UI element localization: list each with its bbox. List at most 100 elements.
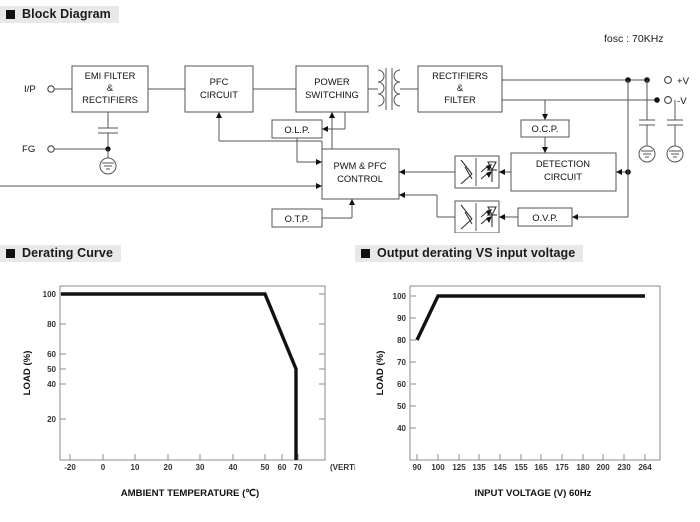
- y-tick-label: 20: [47, 415, 56, 424]
- y-tick-label: 80: [47, 320, 56, 329]
- arrow-to-power-switching: [329, 112, 335, 118]
- block-diagram: I/P FG EMI FILTER & RECTIFIERS PFC CIRCU…: [0, 65, 690, 233]
- terminal-label-output-negative: -V: [677, 96, 687, 107]
- x-tick-label: 60: [278, 463, 287, 472]
- terminal-label-output-positive: +V: [677, 76, 690, 87]
- bullet-square-icon: [6, 249, 15, 258]
- x-tick-label: 264: [638, 463, 652, 472]
- bullet-square-icon: [6, 10, 15, 19]
- x-tick-label: 90: [413, 463, 422, 472]
- block-label: PFC: [210, 76, 229, 87]
- plot-frame: [59, 285, 326, 461]
- section-header-derating-curve: Derating Curve: [0, 245, 122, 262]
- terminal-label-fg: FG: [22, 144, 35, 155]
- x-tick-label: 20: [164, 463, 173, 472]
- x-tick-label: 200: [596, 463, 610, 472]
- bullet-square-icon: [361, 249, 370, 258]
- y-tick-label: 40: [47, 380, 56, 389]
- block-label: CIRCUIT: [200, 89, 238, 100]
- arrow-to-ocp: [542, 114, 548, 120]
- y-axis-title: LOAD (%): [375, 351, 386, 396]
- arrow-to-detection-right: [616, 169, 622, 175]
- x-tick-label: 0: [101, 463, 106, 472]
- arrow-to-pwm: [316, 159, 322, 165]
- block-label: O.V.P.: [532, 212, 558, 223]
- block-label: &: [107, 82, 114, 93]
- block-label: O.T.P.: [285, 213, 310, 224]
- x-tick-label: 135: [472, 463, 486, 472]
- block-label: SWITCHING: [305, 89, 359, 100]
- terminal-label-input: I/P: [24, 84, 36, 95]
- block-label: CONTROL: [337, 173, 383, 184]
- x-axis-title: INPUT VOLTAGE (V) 60Hz: [475, 488, 592, 499]
- terminal-input-node: [47, 85, 55, 93]
- y-tick-label: 40: [397, 424, 406, 433]
- arrow-to-pfc: [216, 112, 222, 118]
- arrow-to-ovp: [572, 214, 578, 220]
- y-tick-label: 100: [43, 290, 57, 299]
- section-title: Block Diagram: [22, 7, 111, 22]
- y-axis-ticks: [60, 293, 66, 420]
- terminal-fg-node: [47, 145, 55, 153]
- block-label: O.L.P.: [284, 124, 309, 135]
- arrow-to-pwm: [399, 192, 405, 198]
- block-label: RECTIFIERS: [82, 94, 138, 105]
- arrow-to-opto: [499, 214, 505, 220]
- vertical-annotation: (VERTICAL): [330, 463, 355, 472]
- y-tick-label: 60: [397, 380, 406, 389]
- x-tick-label: 50: [261, 463, 270, 472]
- block-label: O.C.P.: [532, 123, 559, 134]
- x-tick-label: -20: [64, 463, 76, 472]
- terminal-output-positive-node: [664, 76, 672, 84]
- y-tick-label: 50: [47, 365, 56, 374]
- section-header-block-diagram: Block Diagram: [0, 6, 119, 23]
- y-tick-label: 80: [397, 336, 406, 345]
- x-tick-label: 145: [493, 463, 507, 472]
- x-tick-label: 180: [576, 463, 590, 472]
- x-tick-label: 40: [229, 463, 238, 472]
- x-tick-label: 10: [131, 463, 140, 472]
- block-label: CIRCUIT: [544, 171, 582, 182]
- y-axis-title: LOAD (%): [22, 351, 33, 396]
- section-header-output-derating: Output derating VS input voltage: [355, 245, 584, 262]
- arrow-to-pwm: [349, 199, 355, 205]
- x-axis-ticks: [416, 454, 646, 460]
- x-axis-ticks: [69, 454, 299, 460]
- y-axis-ticks: [410, 295, 416, 429]
- plot-frame: [409, 285, 661, 461]
- y-axis-ticks-right: [319, 293, 325, 420]
- x-tick-label: 230: [617, 463, 631, 472]
- arrow-to-pwm: [399, 169, 405, 175]
- x-tick-label: 125: [452, 463, 466, 472]
- terminal-output-negative-node: [664, 96, 672, 104]
- x-tick-label: 30: [196, 463, 205, 472]
- x-axis-title: AMBIENT TEMPERATURE (℃): [121, 488, 260, 499]
- chart-output-derating: 100 90 80 70 60 50 40 90 100 125 135 145…: [375, 285, 661, 499]
- x-tick-label: 165: [534, 463, 548, 472]
- arrow-to-pwm: [316, 183, 322, 189]
- x-tick-label: 175: [555, 463, 569, 472]
- block-label: DETECTION: [536, 158, 590, 169]
- transformer-secondary-winding: [393, 69, 401, 107]
- transformer-primary-winding: [377, 69, 385, 107]
- derating-curve-line: [61, 292, 298, 460]
- arrow-to-detection: [542, 147, 548, 153]
- x-tick-label: 70: [294, 463, 303, 472]
- y-tick-label: 100: [393, 292, 407, 301]
- block-label: PWM & PFC: [333, 160, 386, 171]
- y-tick-label: 60: [47, 350, 56, 359]
- x-tick-label: 100: [431, 463, 445, 472]
- block-label: &: [457, 82, 464, 93]
- x-tick-label: 155: [514, 463, 528, 472]
- junction-dot: [654, 97, 660, 103]
- block-label: EMI FILTER: [85, 70, 136, 81]
- y-tick-label: 70: [397, 358, 406, 367]
- y-tick-label: 90: [397, 314, 406, 323]
- fosc-label: fosc : 70KHz: [604, 33, 664, 45]
- arrow-to-opto: [499, 169, 505, 175]
- block-label: FILTER: [444, 94, 476, 105]
- section-title: Output derating VS input voltage: [377, 246, 576, 261]
- section-title: Derating Curve: [22, 246, 114, 261]
- y-tick-label: 50: [397, 402, 406, 411]
- block-label: POWER: [314, 76, 350, 87]
